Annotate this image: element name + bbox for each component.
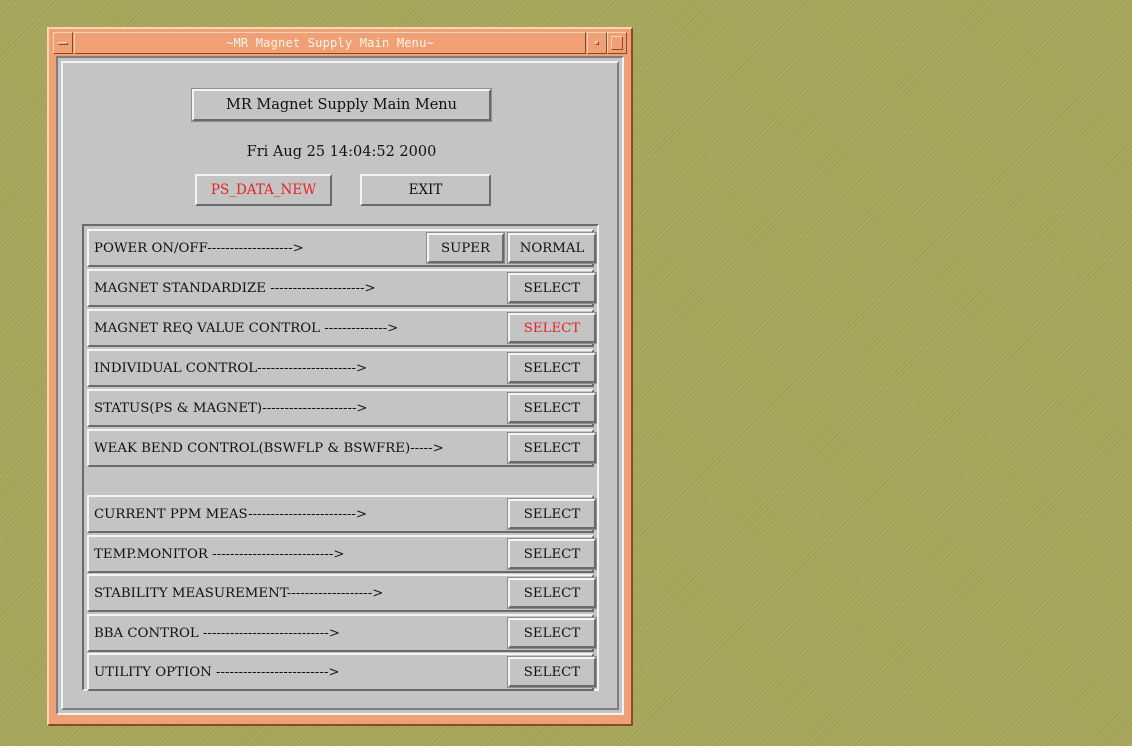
select-button[interactable]: SELECT bbox=[507, 498, 597, 530]
maximize-icon bbox=[611, 36, 623, 50]
select-button[interactable]: SELECT bbox=[507, 432, 597, 464]
menu-row-label: TEMP.MONITOR ---------------------------… bbox=[94, 546, 345, 562]
select-button[interactable]: SELECT bbox=[507, 392, 597, 424]
select-button[interactable]: SELECT bbox=[507, 352, 597, 384]
select-button[interactable]: SELECT bbox=[507, 312, 597, 344]
menu-row-status: STATUS(PS & MAGNET)---------------------… bbox=[87, 389, 597, 427]
menu-row-label: BBA CONTROL ----------------------------… bbox=[94, 625, 340, 641]
menu-group: POWER ON/OFF-------------------> SUPER N… bbox=[82, 224, 599, 691]
exit-button[interactable]: EXIT bbox=[360, 174, 491, 206]
title-bar[interactable]: ~MR Magnet Supply Main Menu~ bbox=[53, 32, 627, 54]
menu-row-label: POWER ON/OFF-------------------> bbox=[94, 240, 304, 256]
menu-row-label: MAGNET REQ VALUE CONTROL --------------> bbox=[94, 320, 399, 336]
menu-row-utility-option: UTILITY OPTION -------------------------… bbox=[87, 653, 597, 691]
window-title[interactable]: ~MR Magnet Supply Main Menu~ bbox=[74, 32, 586, 54]
menu-row-individual-control: INDIVIDUAL CONTROL----------------------… bbox=[87, 349, 597, 387]
window-menu-button[interactable] bbox=[53, 32, 73, 54]
minimize-button[interactable] bbox=[587, 32, 607, 54]
menu-row-label: STABILITY MEASUREMENT-------------------… bbox=[94, 585, 384, 601]
normal-button[interactable]: NORMAL bbox=[507, 232, 597, 264]
maximize-button[interactable] bbox=[607, 32, 627, 54]
menu-row-magnet-standardize: MAGNET STANDARDIZE ---------------------… bbox=[87, 269, 597, 307]
page-title: MR Magnet Supply Main Menu bbox=[191, 88, 492, 122]
menu-row-label: WEAK BEND CONTROL(BSWFLP & BSWFRE)-----> bbox=[94, 440, 444, 456]
menu-row-label: INDIVIDUAL CONTROL----------------------… bbox=[94, 360, 368, 376]
minimize-icon bbox=[595, 41, 599, 45]
select-button[interactable]: SELECT bbox=[507, 656, 597, 688]
menu-row-bba-control: BBA CONTROL ----------------------------… bbox=[87, 614, 597, 652]
menu-row-label: STATUS(PS & MAGNET)---------------------… bbox=[94, 400, 368, 416]
app-window: ~MR Magnet Supply Main Menu~ MR Magnet S… bbox=[47, 27, 633, 726]
menu-row-current-ppm-meas: CURRENT PPM MEAS------------------------… bbox=[87, 495, 597, 533]
menu-row-temp-monitor: TEMP.MONITOR ---------------------------… bbox=[87, 535, 597, 573]
select-button[interactable]: SELECT bbox=[507, 538, 597, 570]
ps-data-new-button[interactable]: PS_DATA_NEW bbox=[195, 174, 332, 206]
select-button[interactable]: SELECT bbox=[507, 617, 597, 649]
super-button[interactable]: SUPER bbox=[426, 232, 505, 264]
menu-row-power: POWER ON/OFF-------------------> SUPER N… bbox=[87, 229, 597, 267]
current-datetime: Fri Aug 25 14:04:52 2000 bbox=[246, 144, 437, 160]
window-menu-icon bbox=[58, 42, 68, 45]
select-button[interactable]: SELECT bbox=[507, 272, 597, 304]
menu-row-stability-measurement: STABILITY MEASUREMENT-------------------… bbox=[87, 574, 597, 612]
menu-row-label: MAGNET STANDARDIZE ---------------------… bbox=[94, 280, 376, 296]
select-button[interactable]: SELECT bbox=[507, 577, 597, 609]
main-panel: MR Magnet Supply Main Menu Fri Aug 25 14… bbox=[56, 56, 624, 715]
menu-row-magnet-req-value-control: MAGNET REQ VALUE CONTROL -------------->… bbox=[87, 309, 597, 347]
menu-row-label: UTILITY OPTION -------------------------… bbox=[94, 664, 340, 680]
menu-row-weak-bend-control: WEAK BEND CONTROL(BSWFLP & BSWFRE)----->… bbox=[87, 429, 597, 467]
menu-row-label: CURRENT PPM MEAS------------------------… bbox=[94, 506, 368, 522]
